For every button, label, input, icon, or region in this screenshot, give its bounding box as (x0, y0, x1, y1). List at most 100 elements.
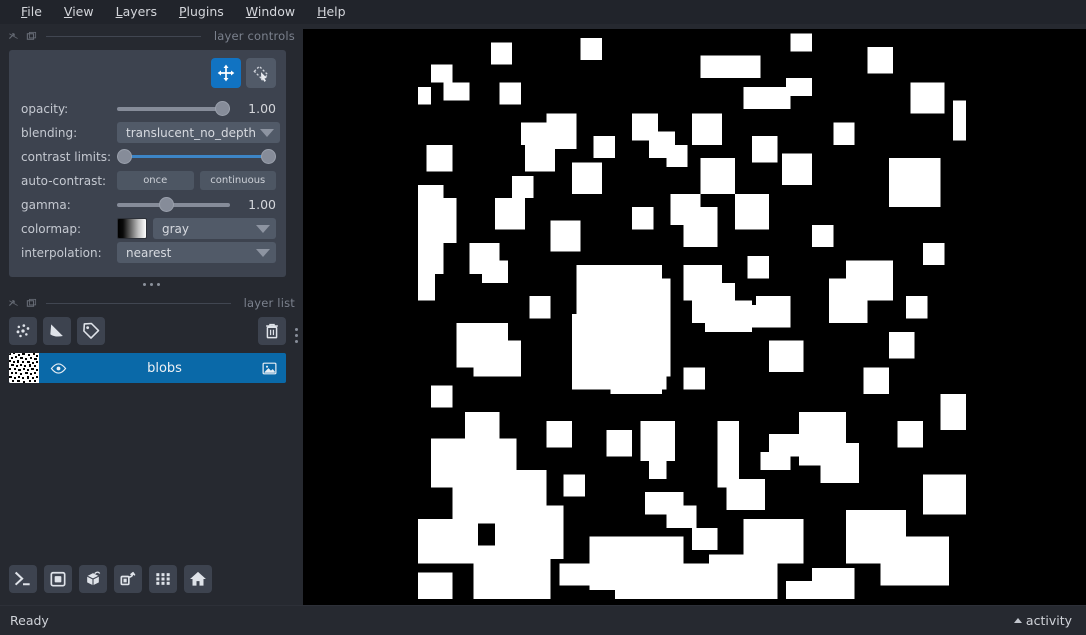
blending-value: translucent_no_depth (126, 125, 256, 140)
menu-layers[interactable]: Layers (105, 1, 168, 23)
blending-label: blending: (21, 125, 78, 140)
delete-layer-button[interactable] (258, 317, 286, 345)
auto-contrast-label: auto-contrast: (21, 173, 107, 188)
square-icon (50, 571, 66, 587)
colormap-combobox[interactable]: gray (153, 218, 276, 239)
dock-title-divider (46, 302, 231, 304)
status-bar: Ready activity (0, 605, 1086, 635)
layer-visibility-toggle[interactable] (39, 360, 77, 377)
roll-dimensions-button[interactable] (114, 565, 142, 593)
blobs-image (418, 29, 966, 599)
napari-window: File View Layers Plugins Window Help lay… (0, 0, 1086, 635)
chevron-down-icon (256, 248, 270, 257)
menu-file[interactable]: File (10, 1, 53, 23)
blending-row: blending: translucent_no_depth (21, 121, 280, 144)
contrast-limits-low-handle[interactable] (117, 149, 132, 164)
activity-label: activity (1025, 613, 1072, 628)
grid-view-button[interactable] (149, 565, 177, 593)
auto-contrast-once-button[interactable]: once (117, 171, 194, 190)
close-dock-icon[interactable] (26, 31, 37, 42)
activity-button[interactable]: activity (1013, 613, 1072, 628)
new-labels-layer-button[interactable] (77, 317, 105, 345)
menu-view[interactable]: View (53, 1, 105, 23)
menu-window[interactable]: Window (235, 1, 306, 23)
layer-name-label: blobs (147, 360, 182, 376)
opacity-label: opacity: (21, 101, 69, 116)
status-message: Ready (10, 613, 49, 628)
layer-controls-panel: opacity: 1.00 blending: translucent_no_d… (9, 50, 286, 277)
viewer-canvas-area[interactable] (303, 24, 1086, 605)
new-shapes-layer-button[interactable] (43, 317, 71, 345)
float-dock-icon[interactable] (8, 31, 19, 42)
new-points-layer-button[interactable] (9, 317, 37, 345)
contrast-limits-high-handle[interactable] (261, 149, 276, 164)
layer-mode-buttons (21, 58, 276, 88)
layer-list-title-label: layer list (243, 296, 295, 310)
layer-list-item-blobs[interactable]: blobs (9, 353, 286, 383)
opacity-slider-track (117, 106, 230, 111)
binary-noise-thumbnail (9, 353, 39, 383)
terminal-icon (14, 571, 30, 586)
colormap-label: colormap: (21, 221, 82, 236)
auto-contrast-row: auto-contrast: once continuous (21, 169, 276, 192)
layer-controls-dock-title: layer controls (0, 28, 303, 44)
contrast-limits-label: contrast limits: (21, 149, 111, 164)
viewer-canvas[interactable] (303, 29, 1086, 605)
layer-list: blobs (9, 353, 286, 383)
ndisplay-2d-button[interactable] (44, 565, 72, 593)
layer-list-dock-title: layer list (0, 295, 303, 311)
left-dock-panel: layer controls opacity: 1.00 blending: t… (0, 24, 303, 605)
interpolation-row: interpolation: nearest (21, 241, 276, 264)
colormap-row: colormap: gray (21, 217, 276, 240)
dock-options-menu[interactable] (295, 328, 298, 343)
menu-bar: File View Layers Plugins Window Help (0, 0, 1086, 24)
points-icon (16, 324, 30, 338)
move-arrows-icon (217, 64, 235, 82)
gamma-slider[interactable] (117, 196, 230, 214)
colormap-swatch[interactable] (117, 218, 147, 239)
opacity-row: opacity: 1.00 (21, 97, 276, 120)
opacity-slider[interactable] (117, 100, 230, 118)
opacity-value: 1.00 (248, 101, 276, 116)
layer-action-buttons (0, 311, 303, 345)
contrast-limits-slider[interactable] (117, 148, 276, 166)
caret-up-icon (1013, 618, 1022, 623)
gamma-row: gamma: 1.00 (21, 193, 276, 216)
chevron-down-icon (259, 128, 274, 137)
image-layer-icon (262, 362, 276, 374)
console-button[interactable] (9, 565, 37, 593)
cube-icon (86, 571, 101, 586)
trash-icon (266, 323, 278, 339)
transform-tool-button[interactable] (246, 58, 276, 88)
dock-splitter-handle[interactable] (0, 277, 303, 291)
blending-combobox[interactable]: translucent_no_depth (117, 122, 280, 143)
pan-zoom-tool-button[interactable] (211, 58, 241, 88)
home-button[interactable] (184, 565, 212, 593)
layer-thumbnail (9, 353, 39, 383)
menu-plugins[interactable]: Plugins (168, 1, 235, 23)
dock-title-divider (46, 35, 201, 37)
contrast-limits-range (123, 155, 270, 158)
interpolation-label: interpolation: (21, 245, 102, 260)
labels-tag-icon (83, 322, 100, 339)
close-dock-icon[interactable] (26, 298, 37, 309)
menu-help[interactable]: Help (306, 1, 357, 23)
interpolation-value: nearest (126, 245, 172, 260)
roll-dims-icon (120, 571, 136, 586)
main-body: layer controls opacity: 1.00 blending: t… (0, 24, 1086, 605)
interpolation-combobox[interactable]: nearest (117, 242, 276, 263)
home-icon (190, 571, 206, 586)
opacity-slider-handle[interactable] (215, 101, 230, 116)
layer-controls-title-label: layer controls (213, 29, 295, 43)
auto-contrast-continuous-button[interactable]: continuous (199, 171, 276, 190)
contrast-limits-row: contrast limits: (21, 145, 276, 168)
grid-icon (156, 573, 170, 585)
ndisplay-3d-button[interactable] (79, 565, 107, 593)
chevron-down-icon (256, 224, 270, 233)
transform-icon (253, 65, 269, 82)
viewer-buttons-bar (0, 565, 303, 605)
shapes-icon (50, 324, 63, 337)
gamma-slider-handle[interactable] (158, 197, 174, 212)
float-dock-icon[interactable] (8, 298, 19, 309)
gamma-value: 1.00 (248, 197, 276, 212)
